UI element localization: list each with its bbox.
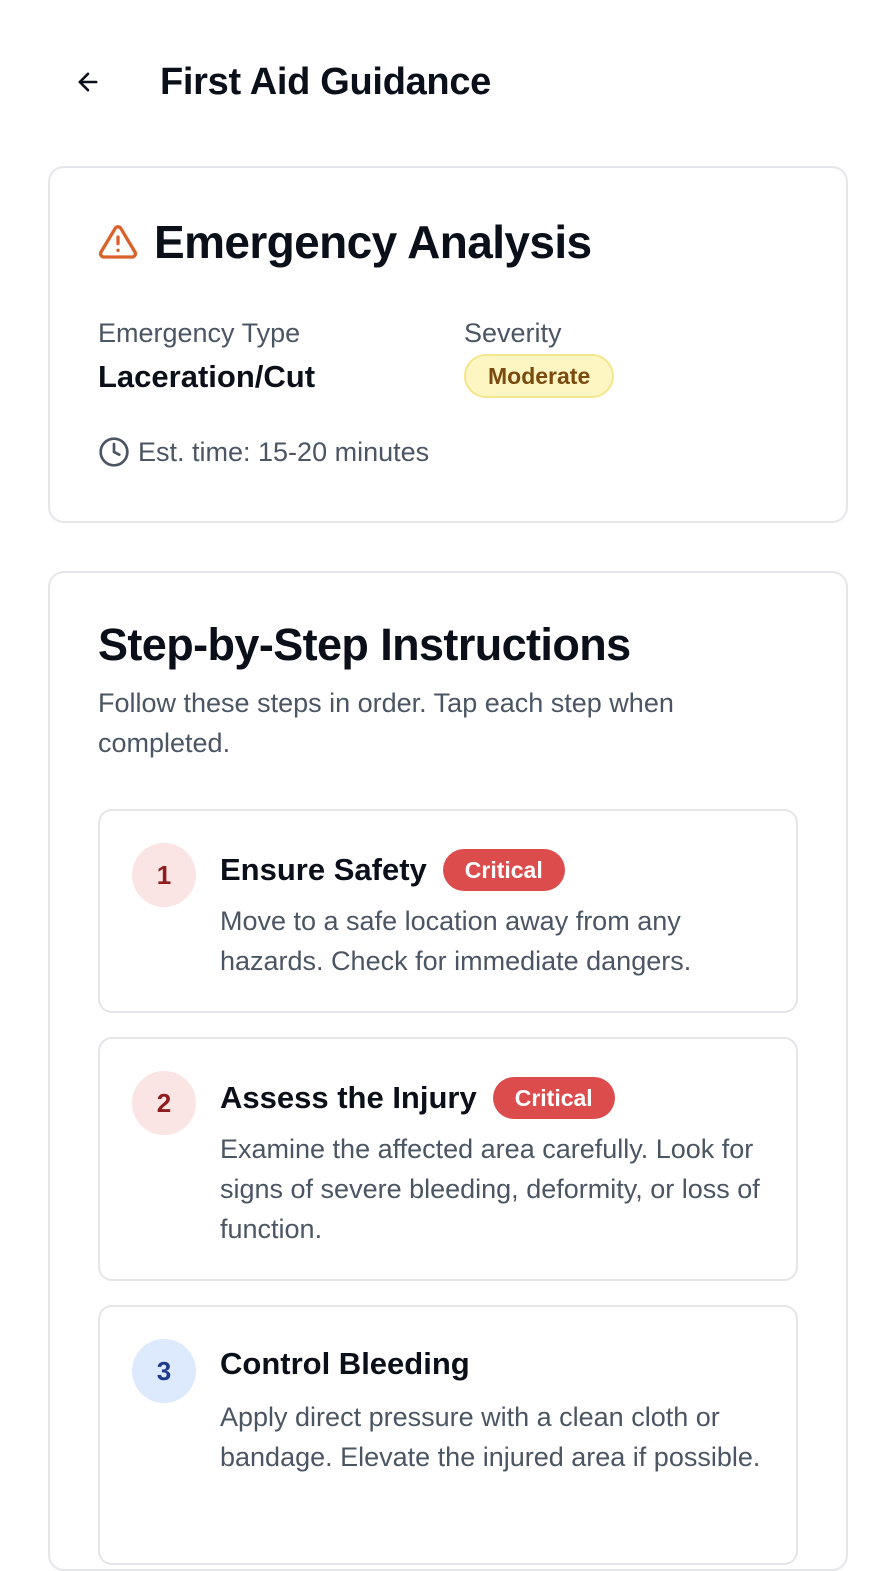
instructions-card: Step-by-Step Instructions Follow these s… [48, 571, 848, 1571]
step-card-2[interactable]: 2 Assess the Injury Critical Examine the… [98, 1037, 798, 1281]
critical-badge: Critical [442, 849, 565, 891]
arrow-left-icon [74, 68, 102, 96]
step-description: Apply direct pressure with a clean cloth… [220, 1402, 761, 1472]
analysis-title-row: Emergency Analysis [98, 216, 592, 268]
step-header: Assess the Injury Critical [220, 1077, 615, 1119]
step-number: 3 [132, 1339, 196, 1403]
estimated-time-text: Est. time: 15-20 minutes [138, 436, 430, 467]
step-card-1[interactable]: 1 Ensure Safety Critical Move to a safe … [98, 809, 798, 1013]
emergency-analysis-card: Emergency Analysis Emergency Type Lacera… [48, 166, 848, 523]
back-button[interactable] [64, 58, 112, 106]
app-header: First Aid Guidance [0, 0, 894, 166]
instructions-subtitle: Follow these steps in order. Tap each st… [98, 688, 674, 758]
step-number: 2 [132, 1071, 196, 1135]
severity-label: Severity [464, 318, 562, 348]
step-card-3[interactable]: 3 Control Bleeding Apply direct pressure… [98, 1305, 798, 1565]
step-title: Ensure Safety [220, 852, 427, 887]
step-description: Move to a safe location away from any ha… [220, 906, 692, 976]
estimated-time: Est. time: 15-20 minutes [98, 436, 429, 468]
step-number: 1 [132, 843, 196, 907]
page-title: First Aid Guidance [160, 61, 492, 103]
alert-triangle-icon [98, 222, 138, 262]
critical-badge: Critical [492, 1077, 615, 1119]
step-title: Assess the Injury [220, 1080, 477, 1115]
emergency-type-label: Emergency Type [98, 318, 301, 348]
analysis-title: Emergency Analysis [154, 216, 592, 268]
step-description: Examine the affected area carefully. Loo… [220, 1134, 760, 1244]
step-header: Ensure Safety Critical [220, 849, 565, 891]
instructions-title: Step-by-Step Instructions [98, 619, 631, 670]
clock-icon [98, 436, 130, 468]
emergency-type-value: Laceration/Cut [98, 359, 316, 394]
step-header: Control Bleeding [220, 1345, 470, 1383]
step-title: Control Bleeding [220, 1346, 470, 1381]
severity-badge: Moderate [464, 354, 615, 398]
